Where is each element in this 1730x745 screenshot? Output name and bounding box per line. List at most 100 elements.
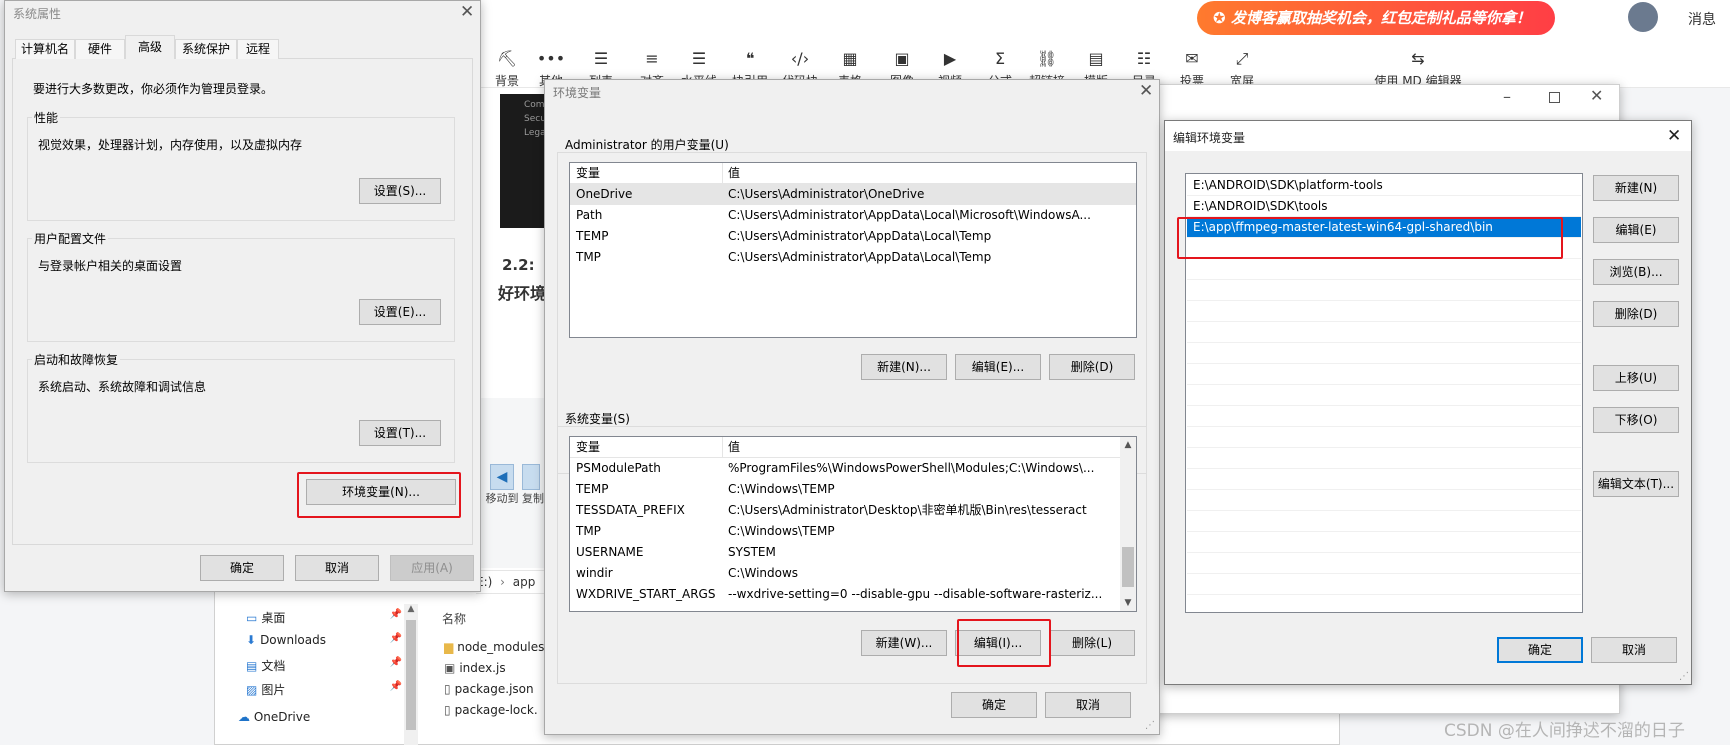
delete-entry-button[interactable]: 删除(D)	[1593, 301, 1679, 327]
system-new-button[interactable]: 新建(W)...	[861, 630, 947, 656]
empty-row	[1187, 553, 1581, 574]
variable-name: WXDRIVE_START_ARGS	[576, 587, 716, 601]
group-label: 启动和故障恢复	[32, 351, 121, 368]
table-row[interactable]: PSModulePath %ProgramFiles%\WindowsPowerS…	[570, 458, 1118, 479]
tab-3[interactable]: 系统保护	[175, 39, 237, 59]
move-to-button[interactable]: ◀ 移动到	[482, 464, 522, 506]
user-edit-button[interactable]: 编辑(E)...	[955, 354, 1041, 380]
csdn-watermark: CSDN @在人间挣迖不溜的日子	[1444, 721, 1685, 741]
messages-link[interactable]: 消息	[1688, 9, 1716, 29]
close-icon[interactable]: ✕	[1667, 127, 1681, 145]
path-entry[interactable]: E:\ANDROID\SDK\platform-tools	[1187, 175, 1581, 196]
table-row[interactable]: TESSDATA_PREFIX C:\Users\Administrator\De…	[570, 500, 1118, 521]
nav-item[interactable]: ▤ 文档 📌	[246, 657, 402, 674]
edit-text-button[interactable]: 编辑文本(T)...	[1593, 471, 1679, 497]
file-row[interactable]: ▣ index.js	[444, 661, 544, 675]
table-row[interactable]: OneDrive C:\Users\Administrator\OneDrive	[570, 184, 1136, 205]
table-row[interactable]: USERNAME SYSTEM	[570, 542, 1118, 563]
nav-item-onedrive[interactable]: ☁ OneDrive	[238, 710, 310, 724]
file-row[interactable]: ▯ package-lock.	[444, 703, 544, 717]
nav-label: 图片	[261, 683, 286, 697]
table-row[interactable]: WXDRIVE_START_ARGS --wxdrive-setting=0 --…	[570, 584, 1118, 605]
avatar[interactable]	[1628, 2, 1658, 32]
ok-button[interactable]: 确定	[1497, 637, 1583, 663]
table-row[interactable]: TMP C:\Windows\TEMP	[570, 521, 1118, 542]
toolbar-button[interactable]: ✉ 投票	[1164, 48, 1220, 89]
file-row[interactable]: ▆ node_modules	[444, 640, 544, 654]
list-scrollbar[interactable]: ▲ ▼	[1120, 437, 1136, 611]
variable-name: TMP	[576, 250, 601, 264]
table-row[interactable]: Path C:\Users\Administrator\AppData\Local…	[570, 205, 1136, 226]
cancel-button[interactable]: 取消	[1045, 692, 1131, 718]
column-header-name[interactable]: 名称	[442, 610, 466, 627]
tab-1[interactable]: 硬件	[75, 39, 125, 59]
scroll-up-icon[interactable]: ▲	[1120, 437, 1136, 453]
variable-name: TEMP	[576, 229, 609, 243]
nav-item[interactable]: ▭ 桌面 📌	[246, 609, 402, 626]
cancel-button[interactable]: 取消	[1591, 637, 1677, 663]
edit-entry-button[interactable]: 编辑(E)	[1593, 217, 1679, 243]
ok-button[interactable]: 确定	[951, 692, 1037, 718]
tab-2[interactable]: 高级	[125, 35, 175, 59]
minimize-icon[interactable]: –	[1503, 87, 1511, 106]
user-delete-button[interactable]: 删除(D)	[1049, 354, 1135, 380]
table-row[interactable]: windir C:\Windows	[570, 563, 1118, 584]
resize-grip-icon[interactable]: ⋰	[1679, 671, 1689, 682]
json-file-icon: ▯	[444, 703, 451, 717]
move-up-button[interactable]: 上移(U)	[1593, 365, 1679, 391]
toolbar-button[interactable]: ⤢ 宽屏	[1214, 48, 1270, 89]
tab-4[interactable]: 远程	[237, 39, 279, 59]
system-vars-list[interactable]: 变量 值 PSModulePath %ProgramFiles%\WindowsP…	[569, 436, 1137, 612]
table-row[interactable]: TEMP C:\Windows\TEMP	[570, 479, 1118, 500]
close-icon[interactable]: ✕	[1590, 86, 1603, 105]
pin-icon: 📌	[389, 633, 402, 644]
promo-banner[interactable]: ✪ 发博客赢取抽奖机会，红包定制礼品等你拿！ GO	[1197, 1, 1555, 68]
browse-button[interactable]: 浏览(B)...	[1593, 259, 1679, 285]
nav-item[interactable]: ▨ 图片 📌	[246, 681, 402, 698]
cancel-button[interactable]: 取消	[295, 555, 379, 581]
close-icon[interactable]: ✕	[460, 3, 474, 21]
group-label: 性能	[32, 109, 61, 126]
empty-row	[1187, 595, 1581, 612]
user-new-button[interactable]: 新建(N)...	[861, 354, 947, 380]
apply-button[interactable]: 应用(A)	[390, 555, 474, 581]
user-vars-list[interactable]: 变量 值 OneDrive C:\Users\Administrator\OneD…	[569, 162, 1137, 338]
scroll-down-icon[interactable]: ▼	[1120, 595, 1136, 611]
scroll-thumb[interactable]	[406, 620, 416, 730]
table-row[interactable]: TMP C:\Users\Administrator\AppData\Local\…	[570, 247, 1136, 268]
variable-value: C:\Users\Administrator\OneDrive	[728, 187, 925, 201]
header-value[interactable]: 值	[728, 163, 1128, 183]
header-value[interactable]: 值	[728, 437, 1110, 457]
copy-to-label: 复制	[522, 492, 544, 505]
md-editor-button[interactable]: ⇆ 使用 MD 编辑器	[1363, 48, 1473, 89]
gift-icon: ✪	[1213, 9, 1226, 27]
variable-name: Path	[576, 208, 603, 222]
performance-settings-button[interactable]: 设置(S)...	[359, 178, 441, 204]
table-row[interactable]: TEMP C:\Users\Administrator\AppData\Local…	[570, 226, 1136, 247]
path-entry[interactable]: E:\ANDROID\SDK\tools	[1187, 196, 1581, 217]
ok-button[interactable]: 确定	[200, 555, 284, 581]
pin-icon: 📌	[389, 681, 402, 692]
header-variable[interactable]: 变量	[576, 437, 600, 457]
file-row[interactable]: ▯ package.json	[444, 682, 544, 696]
nav-item[interactable]: ⬇ Downloads 📌	[246, 633, 402, 647]
group-label: 用户配置文件	[32, 230, 109, 247]
nav-scrollbar[interactable]: ▲	[404, 604, 418, 745]
move-down-button[interactable]: 下移(O)	[1593, 407, 1679, 433]
close-icon[interactable]: ✕	[1139, 82, 1153, 100]
list-header: 变量 值	[570, 437, 1136, 458]
address-bar[interactable]: E:) › app	[476, 570, 546, 594]
startup-settings-button[interactable]: 设置(T)...	[359, 420, 441, 446]
new-entry-button[interactable]: 新建(N)	[1593, 175, 1679, 201]
tab-0[interactable]: 计算机名	[15, 39, 75, 59]
variable-value: C:\Users\Administrator\AppData\Local\Tem…	[728, 250, 992, 264]
profile-settings-button[interactable]: 设置(E)...	[359, 299, 441, 325]
copy-to-button[interactable]: 复制	[522, 464, 546, 506]
system-delete-button[interactable]: 删除(L)	[1049, 630, 1135, 656]
scroll-thumb[interactable]	[1122, 547, 1134, 587]
resize-grip-icon[interactable]: ⋰	[1145, 720, 1155, 731]
maximize-icon[interactable]	[1549, 92, 1560, 103]
table-icon: ▦	[842, 49, 858, 68]
empty-row	[1187, 259, 1581, 280]
header-variable[interactable]: 变量	[576, 163, 600, 183]
